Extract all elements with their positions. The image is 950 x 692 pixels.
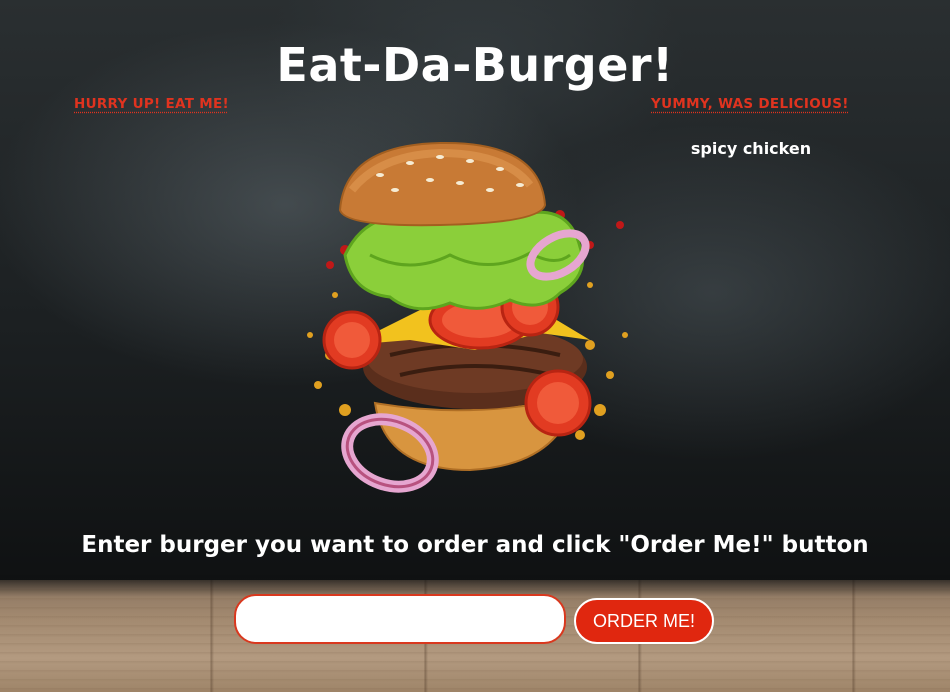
page-title: Eat-Da-Burger! bbox=[276, 38, 674, 92]
eaten-burgers-list: spicy chicken bbox=[651, 138, 851, 160]
burger-illustration-icon bbox=[307, 141, 628, 493]
eaten-burger-item: spicy chicken bbox=[690, 139, 812, 158]
order-form: ORDER ME! bbox=[234, 594, 724, 646]
eaten-burgers-heading[interactable]: YUMMY, WAS DELICIOUS! bbox=[651, 96, 849, 112]
order-instructions: Enter burger you want to order and click… bbox=[81, 532, 869, 558]
burger-name-input[interactable] bbox=[234, 594, 566, 644]
app-window: Eat-Da-Burger! HURRY UP! EAT ME! YUMMY, … bbox=[0, 0, 950, 692]
uneaten-burgers-heading[interactable]: HURRY UP! EAT ME! bbox=[74, 96, 229, 112]
order-me-button[interactable]: ORDER ME! bbox=[574, 598, 714, 644]
